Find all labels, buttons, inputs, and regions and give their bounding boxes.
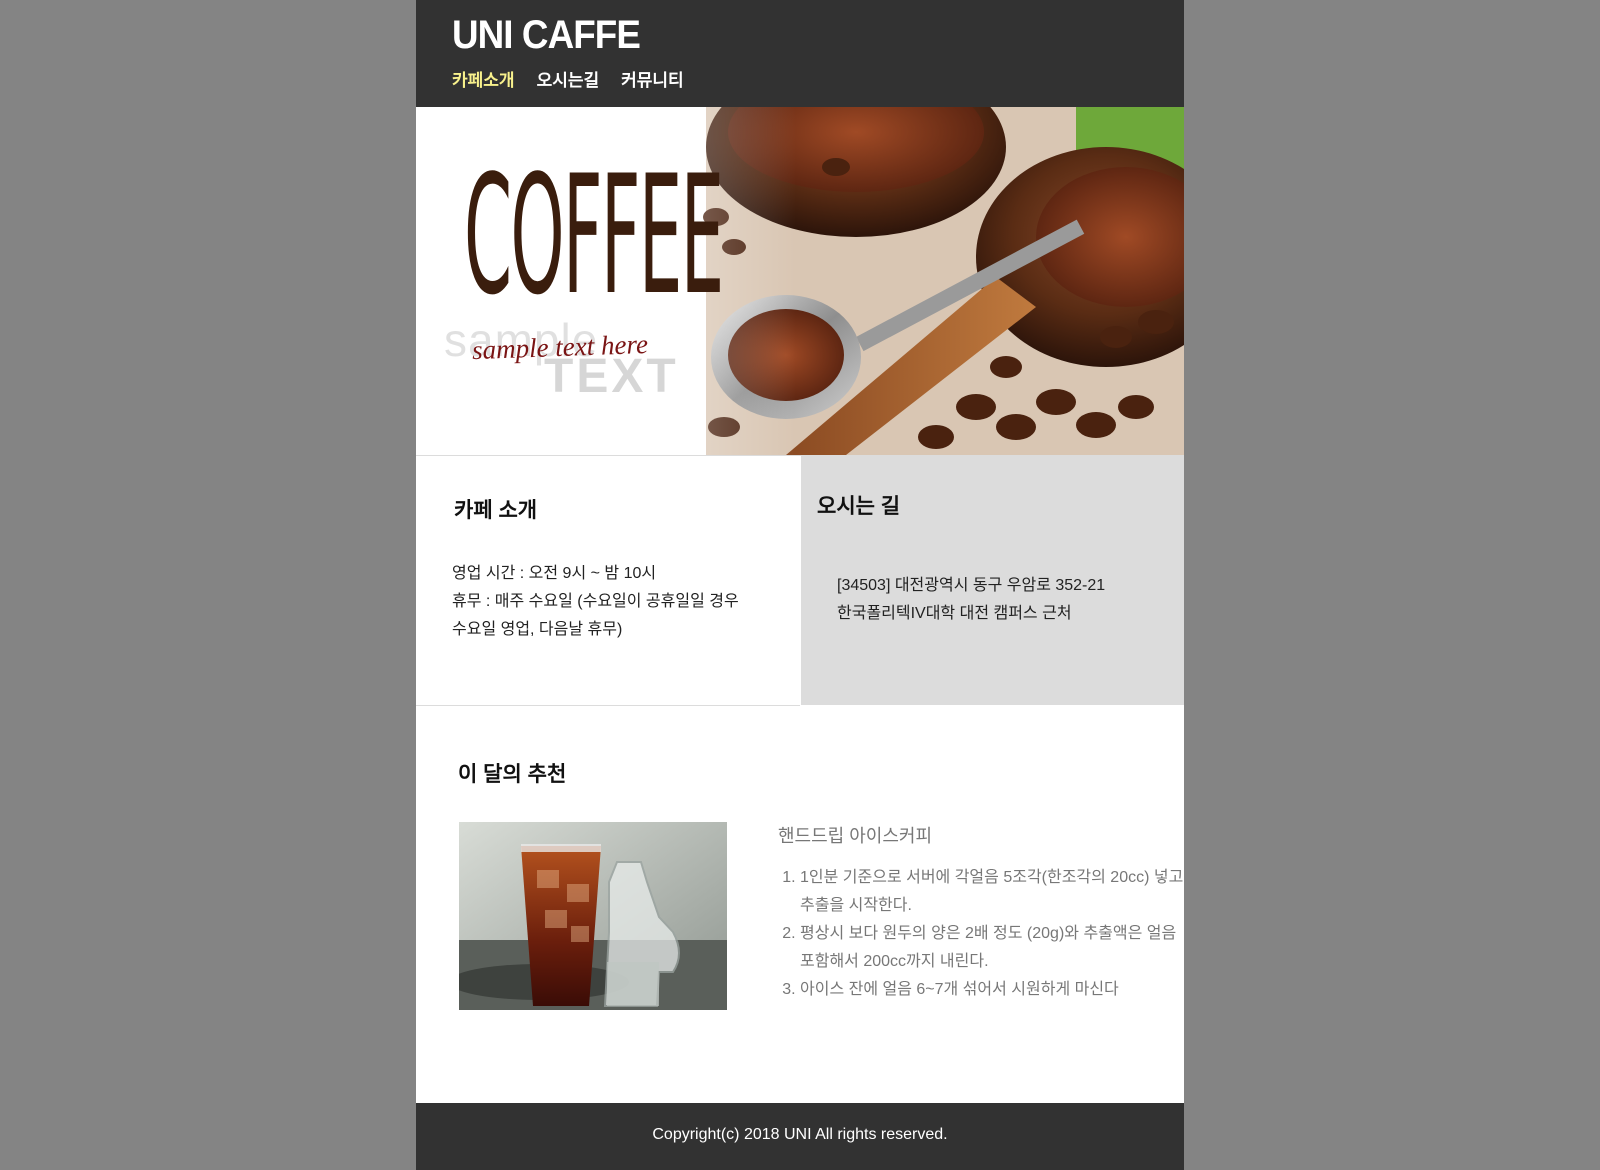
business-hours: 영업 시간 : 오전 9시 ~ 밤 10시 bbox=[452, 565, 657, 582]
cafe-intro-section: 카페 소개 영업 시간 : 오전 9시 ~ 밤 10시 휴무 : 매주 수요일 … bbox=[416, 456, 800, 706]
recipe-steps: 1인분 기준으로 서버에 각얼음 5조각(한조각의 20cc) 넣고 추출을 시… bbox=[778, 864, 1192, 1004]
hero-tagline: sample text here bbox=[471, 328, 649, 366]
directions-section: 오시는 길 [34503] 대전광역시 동구 우암로 352-21 한국폴리텍I… bbox=[801, 456, 1184, 705]
closed-day-note: 수요일 영업, 다음날 휴무) bbox=[452, 621, 623, 638]
main-nav: 카페소개 오시는길 커뮤니티 bbox=[452, 70, 684, 92]
site-header: UNI CAFFE 카페소개 오시는길 커뮤니티 bbox=[416, 0, 1184, 107]
hero-title: COFFEE bbox=[464, 140, 724, 331]
page: UNI CAFFE 카페소개 오시는길 커뮤니티 COFFEE sample T… bbox=[416, 0, 1184, 1170]
recipe-step: 평상시 보다 원두의 양은 2배 정도 (20g)와 추출액은 얼음 포함해서 … bbox=[800, 920, 1192, 976]
cafe-intro-title: 카페 소개 bbox=[454, 499, 538, 522]
address-landmark: 한국폴리텍IV대학 대전 캠퍼스 근처 bbox=[837, 605, 1072, 622]
address-text: [34503] 대전광역시 동구 우암로 352-21 한국폴리텍IV대학 대전… bbox=[837, 572, 1105, 628]
monthly-recommend-section: 이 달의 추천 핸드드립 아이스커피 1. 1인분 기준으로 서버에 각얼음 5… bbox=[416, 706, 1184, 1103]
copyright-text: Copyright(c) 2018 UNI All rights reserve… bbox=[652, 1126, 948, 1143]
site-footer: Copyright(c) 2018 UNI All rights reserve… bbox=[416, 1103, 1184, 1170]
cafe-intro-text: 영업 시간 : 오전 9시 ~ 밤 10시 휴무 : 매주 수요일 (수요일이 … bbox=[452, 560, 772, 644]
nav-item-directions[interactable]: 오시는길 bbox=[537, 70, 600, 92]
drink-name: 핸드드립 아이스커피 bbox=[778, 826, 933, 846]
recipe-step: 아이스 잔에 얼음 6~7개 섞어서 시원하게 마신다 bbox=[800, 976, 1192, 1004]
nav-item-cafe-intro[interactable]: 카페소개 bbox=[452, 70, 515, 92]
directions-title: 오시는 길 bbox=[817, 495, 901, 518]
hero-banner: COFFEE sample TEXT sample text here bbox=[416, 107, 1184, 456]
nav-item-community[interactable]: 커뮤니티 bbox=[621, 70, 684, 92]
recipe-step: 1인분 기준으로 서버에 각얼음 5조각(한조각의 20cc) 넣고 추출을 시… bbox=[800, 864, 1192, 920]
iced-coffee-image bbox=[459, 822, 727, 1010]
site-logo[interactable]: UNI CAFFE bbox=[452, 12, 641, 58]
recommend-title: 이 달의 추천 bbox=[458, 763, 567, 786]
closed-day: 휴무 : 매주 수요일 (수요일이 공휴일일 경우 bbox=[452, 593, 739, 610]
address-line: [34503] 대전광역시 동구 우암로 352-21 bbox=[837, 577, 1106, 594]
